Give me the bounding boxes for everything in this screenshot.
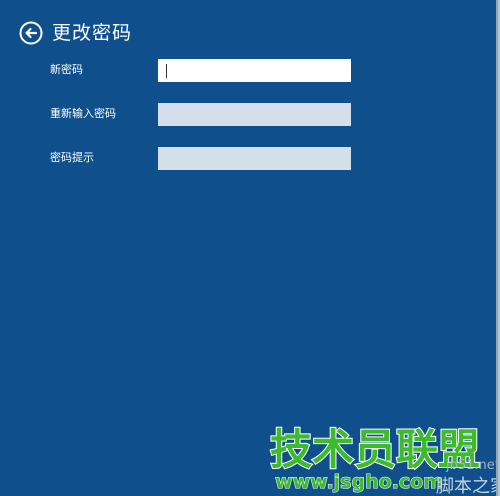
- password-hint-row: 密码提示: [50, 147, 352, 171]
- page-title: 更改密码: [52, 22, 133, 44]
- text-caret: [166, 64, 167, 78]
- header: 更改密码: [19, 21, 132, 45]
- new-password-row: 新密码: [50, 59, 352, 83]
- password-hint-label: 密码提示: [50, 151, 94, 164]
- watermark-partial-text-2: 脚本之家: [436, 476, 498, 496]
- confirm-password-row: 重新输入密码: [50, 103, 352, 127]
- new-password-label: 新密码: [50, 63, 83, 76]
- new-password-field[interactable]: [158, 59, 351, 82]
- change-password-window: 更改密码 新密码 重新输入密码 密码提示 技术员联盟 jb51.net www.…: [0, 0, 498, 496]
- confirm-password-label: 重新输入密码: [50, 107, 116, 120]
- password-hint-field[interactable]: [158, 147, 351, 170]
- watermark-url: www.jsgho.com: [275, 471, 443, 493]
- watermark-brand: 技术员联盟: [270, 425, 480, 474]
- back-arrow-icon[interactable]: [19, 21, 43, 45]
- confirm-password-field[interactable]: [158, 103, 351, 126]
- watermark-partial-text: jb51.net: [445, 458, 498, 473]
